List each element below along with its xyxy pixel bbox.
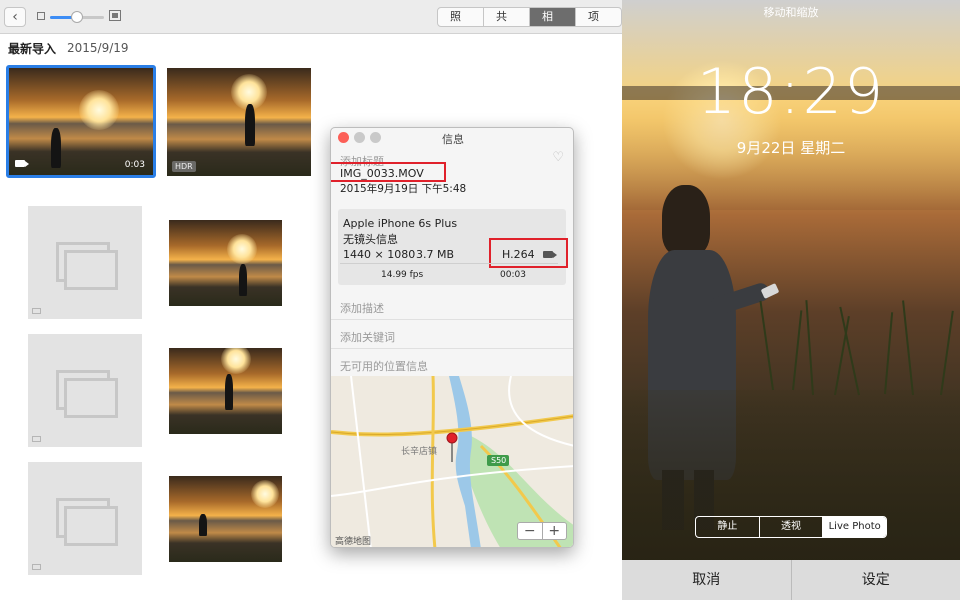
map-zoom-out-button[interactable]: −: [518, 523, 543, 539]
tab-shared[interactable]: 共享: [483, 8, 529, 26]
heart-icon[interactable]: ♡: [552, 150, 564, 165]
road-label: S50: [491, 456, 506, 465]
sun: [227, 234, 257, 264]
thumbnail-photo-hdr[interactable]: HDR: [167, 68, 311, 176]
sun: [251, 480, 279, 508]
divider: [331, 319, 573, 320]
video-icon: [15, 160, 29, 167]
video-placeholder[interactable]: [28, 462, 142, 575]
camera-model: Apple iPhone 6s Plus: [343, 217, 458, 230]
person-silhouette: [245, 104, 255, 146]
grass-blade: [884, 312, 894, 395]
person-silhouette: [51, 128, 61, 168]
map-watermark: 高德地图: [335, 535, 371, 547]
thumbnail-photo[interactable]: [169, 220, 282, 306]
resolution: 1440 × 1080: [343, 248, 416, 261]
video-icon: [32, 436, 41, 442]
toolbar: ‹ 照片 共享 相簿 项目: [0, 0, 622, 34]
video-placeholder[interactable]: [28, 334, 142, 447]
grass-blade: [940, 310, 954, 396]
lens-info: 无镜头信息: [343, 233, 398, 246]
place-label: 长辛店镇: [401, 445, 437, 457]
video-icon: [32, 308, 41, 314]
sun: [221, 348, 251, 374]
video-placeholder[interactable]: [28, 206, 142, 319]
wallpaper-mode-tabs: 静止 透视 Live Photo: [695, 516, 887, 538]
zoom-slider[interactable]: [50, 11, 104, 23]
keywords-field[interactable]: 添加关键词: [340, 329, 395, 345]
placeholder-frame-front: [64, 506, 118, 546]
window-title: 信息: [442, 133, 464, 146]
tab-photos[interactable]: 照片: [438, 8, 483, 26]
person-silhouette: [239, 264, 247, 296]
chevron-left-icon: ‹: [12, 9, 18, 25]
person-silhouette: [199, 514, 207, 536]
back-button[interactable]: ‹: [4, 7, 26, 27]
grass-blade: [834, 316, 850, 396]
tab-projects[interactable]: 项目: [575, 8, 621, 26]
view-tabs: 照片 共享 相簿 项目: [437, 7, 622, 27]
girl-head: [662, 185, 710, 255]
location-map[interactable]: S50 长辛店镇 高德地图 − +: [331, 376, 573, 547]
video-icon: [32, 564, 41, 570]
grass-blade: [792, 310, 803, 391]
thumbnail-large-icon: [109, 10, 121, 21]
description-field[interactable]: 添加描述: [340, 300, 384, 316]
album-title: 最新导入: [8, 42, 57, 56]
divider: [331, 348, 573, 349]
grass-blade: [902, 300, 914, 396]
frame-rate: 14.99 fps: [381, 270, 424, 280]
mode-still[interactable]: 静止: [696, 517, 759, 537]
move-scale-hint: 移动和缩放: [763, 6, 819, 19]
set-button[interactable]: 设定: [792, 560, 960, 600]
sun: [79, 90, 119, 130]
info-window: 信息 添加标题 ♡ IMG_0033.MOV 2015年9月19日 下午5:48…: [330, 127, 574, 548]
thumbnail-video-selected[interactable]: 0:03: [6, 65, 156, 178]
thumbnail-photo[interactable]: [169, 476, 282, 562]
zoom-slider-knob[interactable]: [71, 11, 83, 23]
highlight-box-filename: [331, 162, 446, 182]
thumbnail-small-icon: [37, 12, 45, 20]
lock-date: 9月22日 星期二: [736, 139, 846, 157]
thumbnail-photo[interactable]: [169, 348, 282, 434]
map-zoom-in-button[interactable]: +: [543, 523, 567, 539]
hdr-badge: HDR: [172, 161, 196, 172]
video-length: 00:03: [500, 270, 526, 280]
location-status: 无可用的位置信息: [340, 360, 428, 373]
map-zoom-control: − +: [517, 522, 567, 540]
file-size: 3.7 MB: [416, 248, 455, 261]
album-date: 2015/9/19: [67, 41, 129, 55]
placeholder-frame-front: [64, 378, 118, 418]
person-silhouette: [225, 374, 233, 410]
capture-datetime: 2015年9月19日 下午5:48: [340, 183, 467, 195]
map-pin-icon: [446, 432, 458, 444]
lock-time: 18:29: [696, 55, 886, 128]
mode-perspective[interactable]: 透视: [758, 517, 823, 537]
grass-blade: [805, 300, 814, 396]
action-bar: 取消 设定: [622, 560, 960, 600]
mode-live-photo[interactable]: Live Photo: [822, 517, 886, 537]
placeholder-frame-front: [64, 250, 118, 290]
video-duration: 0:03: [124, 160, 145, 170]
lock-screen-preview[interactable]: 移动和缩放 18:29 9月22日 星期二 静止 透视 Live Photo 取…: [622, 0, 960, 600]
cancel-button[interactable]: 取消: [622, 560, 792, 600]
tab-albums[interactable]: 相簿: [529, 8, 575, 26]
metadata-divider: [340, 263, 558, 264]
grass-blade: [759, 300, 774, 391]
